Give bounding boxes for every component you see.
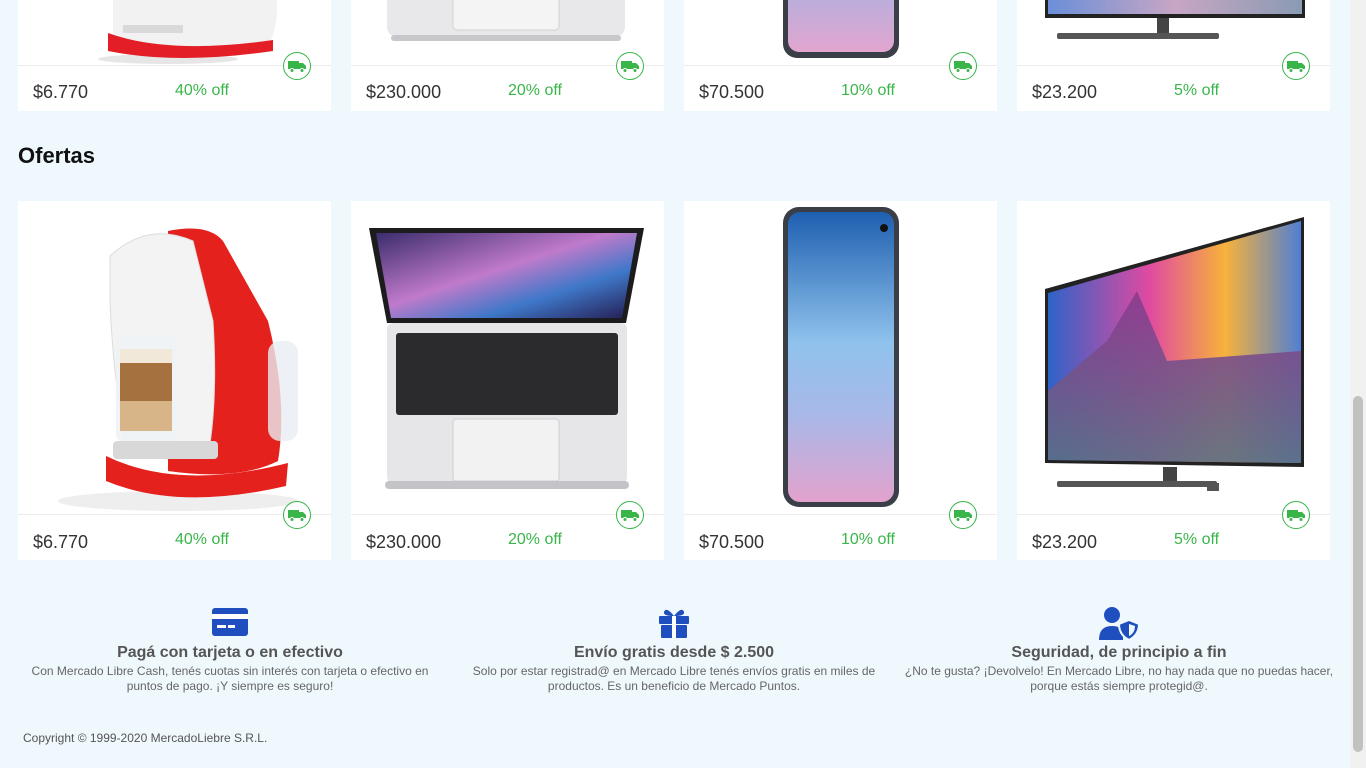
free-shipping-truck-icon — [1282, 501, 1310, 529]
user-shield-icon — [904, 606, 1334, 640]
product-price[interactable]: $70.500 — [699, 82, 764, 103]
feature-description: Solo por estar registrad@ en Mercado Lib… — [472, 664, 876, 693]
free-shipping-truck-icon — [949, 52, 977, 80]
product-card[interactable]: $70.500 10% off — [684, 0, 997, 111]
television-image[interactable] — [1017, 0, 1330, 65]
smartphone-image[interactable] — [684, 201, 997, 514]
feature-security: Seguridad, de principio a fin ¿No te gus… — [904, 606, 1334, 694]
free-shipping-truck-icon — [616, 52, 644, 80]
page: $6.770 40% off $230.000 20% off $70.500 … — [0, 0, 1350, 768]
product-discount: 10% off — [841, 531, 895, 548]
free-shipping-truck-icon — [283, 501, 311, 529]
product-card[interactable]: $23.200 5% off — [1017, 0, 1330, 111]
product-card[interactable]: $230.000 20% off — [351, 0, 664, 111]
product-price[interactable]: $23.200 — [1032, 532, 1097, 553]
feature-title: Seguridad, de principio a fin — [1011, 644, 1227, 661]
product-discount: 40% off — [175, 531, 229, 548]
product-price[interactable]: $6.770 — [33, 82, 88, 103]
feature-description: ¿No te gusta? ¡Devolvelo! En Mercado Lib… — [904, 664, 1334, 693]
credit-card-icon — [15, 606, 445, 640]
feature-title: Envío gratis desde $ 2.500 — [573, 644, 775, 661]
vertical-scrollbar[interactable] — [1350, 0, 1366, 768]
free-shipping-truck-icon — [616, 501, 644, 529]
product-card[interactable]: $6.770 40% off — [18, 201, 331, 560]
section-title-ofertas: Ofertas — [18, 143, 96, 168]
product-price[interactable]: $230.000 — [366, 82, 441, 103]
television-image[interactable] — [1017, 201, 1330, 514]
copyright-text: Copyright © 1999-2020 MercadoLiebre S.R.… — [23, 731, 268, 745]
feature-title: Pagá con tarjeta o en efectivo — [117, 644, 343, 661]
scrollbar-thumb[interactable] — [1353, 396, 1363, 752]
product-card[interactable]: $230.000 20% off — [351, 201, 664, 560]
offers-product-row: $6.770 40% off $230.000 20% off $70.500 … — [18, 201, 1330, 560]
product-card[interactable]: $70.500 10% off — [684, 201, 997, 560]
feature-payment: Pagá con tarjeta o en efectivo Con Merca… — [15, 606, 445, 694]
product-discount: 10% off — [841, 82, 895, 99]
feature-free-shipping: Envío gratis desde $ 2.500 Solo por esta… — [459, 606, 889, 694]
product-discount: 40% off — [175, 82, 229, 99]
laptop-image[interactable] — [351, 0, 664, 65]
product-price[interactable]: $23.200 — [1032, 82, 1097, 103]
product-discount: 5% off — [1174, 82, 1220, 99]
gift-icon — [459, 606, 889, 640]
smartphone-image[interactable] — [684, 0, 997, 65]
product-price[interactable]: $70.500 — [699, 532, 764, 553]
product-price[interactable]: $230.000 — [366, 532, 441, 553]
product-discount: 5% off — [1174, 531, 1220, 548]
coffee-machine-image[interactable] — [18, 201, 331, 514]
product-discount: 20% off — [508, 531, 562, 548]
free-shipping-truck-icon — [949, 501, 977, 529]
product-card[interactable]: $23.200 5% off — [1017, 201, 1330, 560]
product-card[interactable]: $6.770 40% off — [18, 0, 331, 111]
product-price[interactable]: $6.770 — [33, 532, 88, 553]
coffee-machine-image[interactable] — [18, 0, 331, 65]
free-shipping-truck-icon — [1282, 52, 1310, 80]
product-discount: 20% off — [508, 82, 562, 99]
laptop-image[interactable] — [351, 201, 664, 514]
feature-description: Con Mercado Libre Cash, tenés cuotas sin… — [31, 664, 429, 693]
top-product-row: $6.770 40% off $230.000 20% off $70.500 … — [18, 0, 1330, 111]
free-shipping-truck-icon — [283, 52, 311, 80]
